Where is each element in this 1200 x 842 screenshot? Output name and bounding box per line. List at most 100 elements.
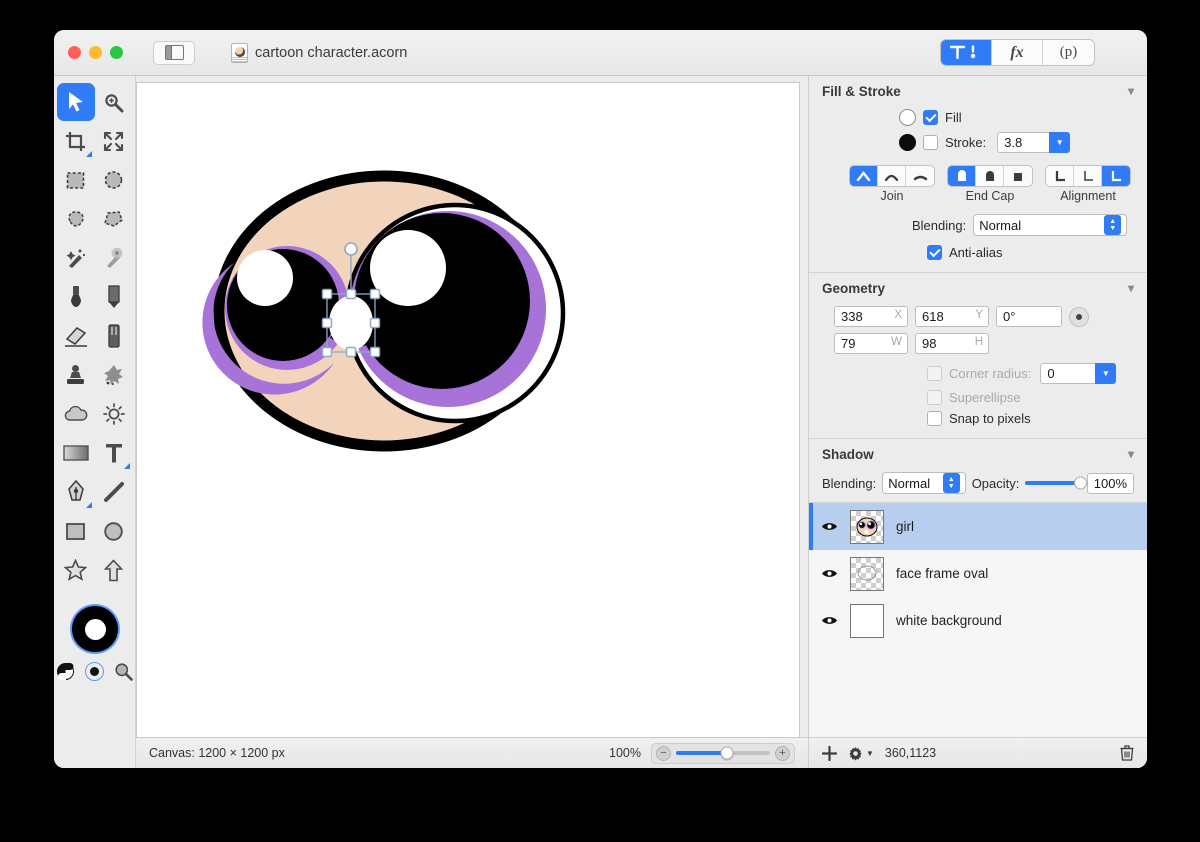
minimize-button[interactable]	[89, 46, 102, 59]
brush-tool[interactable]	[57, 278, 95, 316]
tab-effects[interactable]: fx	[992, 40, 1043, 65]
antialias-checkbox[interactable]	[927, 245, 942, 260]
corner-radius-input[interactable]: 0	[1040, 363, 1096, 384]
zoom-knob[interactable]	[720, 746, 734, 760]
layer-visibility-toggle[interactable]	[821, 615, 838, 626]
chevron-down-icon[interactable]: ▾	[1128, 281, 1134, 295]
close-button[interactable]	[68, 46, 81, 59]
rotation-dial[interactable]	[1069, 306, 1089, 327]
corner-radius-dropdown-icon[interactable]: ▼	[1095, 363, 1117, 384]
stroke-width-input[interactable]: 3.8	[997, 132, 1050, 153]
snap-to-pixels-checkbox[interactable]	[927, 411, 942, 426]
corner-radius-stepper[interactable]: 0 ▼	[1040, 363, 1117, 384]
layer-row-face-frame-oval[interactable]: face frame oval	[809, 550, 1147, 597]
geometry-h-field[interactable]: 98 H	[915, 333, 989, 354]
zoom-in-button[interactable]: +	[775, 745, 790, 761]
rectangular-select-tool[interactable]	[57, 161, 95, 199]
geometry-rotation-input[interactable]: 0°	[996, 306, 1062, 327]
bevel-join-icon[interactable]	[906, 166, 934, 186]
shadow-blending-popup[interactable]: Normal ▲ ▼	[882, 472, 966, 494]
zoom-track[interactable]	[676, 746, 770, 760]
ellipse-tool[interactable]	[95, 512, 133, 550]
stroke-color-swatch[interactable]	[899, 134, 916, 151]
crop-tool[interactable]	[57, 122, 95, 160]
arrow-shape-tool[interactable]	[95, 551, 133, 589]
delete-layer-button[interactable]	[1120, 745, 1134, 761]
geometry-header[interactable]: Geometry ▾	[809, 273, 1147, 303]
stroke-width-stepper[interactable]: 3.8 ▼	[997, 132, 1071, 153]
corner-radius-checkbox[interactable]	[927, 366, 942, 381]
text-tool[interactable]	[95, 434, 133, 472]
sidebar-toggle-button[interactable]	[153, 40, 195, 65]
elliptical-select-tool[interactable]	[95, 161, 133, 199]
add-layer-button[interactable]	[822, 745, 837, 761]
pen-tool[interactable]	[57, 473, 95, 511]
align-center-icon[interactable]	[1074, 166, 1102, 186]
butt-cap-icon[interactable]	[948, 166, 976, 186]
zoom-out-button[interactable]: −	[656, 745, 671, 761]
blur-tool[interactable]	[57, 395, 95, 433]
rectangle-tool[interactable]	[57, 512, 95, 550]
dodge-tool[interactable]	[95, 395, 133, 433]
sidebar-icon	[164, 45, 184, 60]
shadow-header[interactable]: Shadow ▾	[809, 439, 1147, 469]
chevron-down-icon[interactable]: ▾	[1128, 84, 1134, 98]
geometry-x-field[interactable]: 338 X	[834, 306, 908, 327]
blending-popup[interactable]: Normal ▲ ▼	[973, 214, 1128, 236]
gradient-tool[interactable]	[57, 434, 95, 472]
clone-stamp-tool[interactable]	[57, 356, 95, 394]
round-join-icon[interactable]	[878, 166, 906, 186]
swap-colors-button[interactable]	[55, 661, 76, 682]
star-tool[interactable]	[57, 551, 95, 589]
stroke-checkbox[interactable]	[923, 135, 938, 150]
zoom-slider[interactable]: − +	[651, 742, 795, 764]
polygon-lasso-tool[interactable]	[95, 200, 133, 238]
geometry-rotation-field[interactable]: 0°	[996, 306, 1062, 327]
shadow-opacity-input[interactable]: 100%	[1086, 472, 1134, 494]
align-inside-icon[interactable]	[1046, 166, 1074, 186]
opacity-knob[interactable]	[1073, 476, 1087, 490]
geometry-y-field[interactable]: 618 Y	[915, 306, 989, 327]
magnifier-icon	[115, 663, 133, 681]
loupe-button[interactable]	[113, 661, 134, 682]
instant-alpha-tool[interactable]	[95, 239, 133, 277]
move-selection-tool[interactable]	[56, 83, 95, 121]
layer-visibility-toggle[interactable]	[821, 568, 838, 579]
magic-wand-tool[interactable]	[57, 239, 95, 277]
line-tool[interactable]	[95, 473, 133, 511]
color-well[interactable]	[69, 603, 121, 655]
fill-color-swatch[interactable]	[899, 109, 916, 126]
fill-color-swatch[interactable]	[84, 619, 106, 640]
tab-presets[interactable]: (p)	[1043, 40, 1094, 65]
ellipse-icon	[104, 521, 123, 541]
miter-join-icon[interactable]	[850, 166, 878, 186]
document-title: cartoon character.acorn	[231, 42, 407, 63]
zoom-tool[interactable]	[95, 83, 133, 121]
zoom-button[interactable]	[110, 46, 123, 59]
tab-tools[interactable]	[941, 40, 992, 65]
default-colors-button[interactable]	[84, 661, 105, 682]
tool-grid	[56, 83, 133, 589]
layer-row-girl[interactable]: girl	[809, 503, 1147, 550]
layer-settings-button[interactable]: ▼	[848, 746, 874, 761]
layer-visibility-toggle[interactable]	[821, 521, 838, 532]
pencil-tool[interactable]	[95, 278, 133, 316]
eraser-tool[interactable]	[57, 317, 95, 355]
geometry-w-field[interactable]: 79 W	[834, 333, 908, 354]
align-outside-icon[interactable]	[1102, 166, 1130, 186]
chevron-down-icon[interactable]: ▾	[1128, 447, 1134, 461]
smudge-tool[interactable]	[95, 356, 133, 394]
lasso-tool[interactable]	[57, 200, 95, 238]
square-cap-icon[interactable]	[1004, 166, 1032, 186]
shadow-opacity-slider[interactable]	[1025, 476, 1087, 490]
superellipse-checkbox[interactable]	[927, 390, 942, 405]
image-canvas[interactable]	[136, 82, 800, 738]
layer-row-white-background[interactable]: white background	[809, 597, 1147, 644]
stroke-width-dropdown-icon[interactable]: ▼	[1049, 132, 1071, 153]
marker-tool[interactable]	[95, 317, 133, 355]
fill-stroke-header[interactable]: Fill & Stroke ▾	[809, 76, 1147, 106]
transform-tool[interactable]	[95, 122, 133, 160]
fill-checkbox[interactable]	[923, 110, 938, 125]
fill-stroke-section: Fill & Stroke ▾ Fill Stroke: 3.8 ▼ Join …	[809, 76, 1147, 273]
round-cap-icon[interactable]	[976, 166, 1004, 186]
